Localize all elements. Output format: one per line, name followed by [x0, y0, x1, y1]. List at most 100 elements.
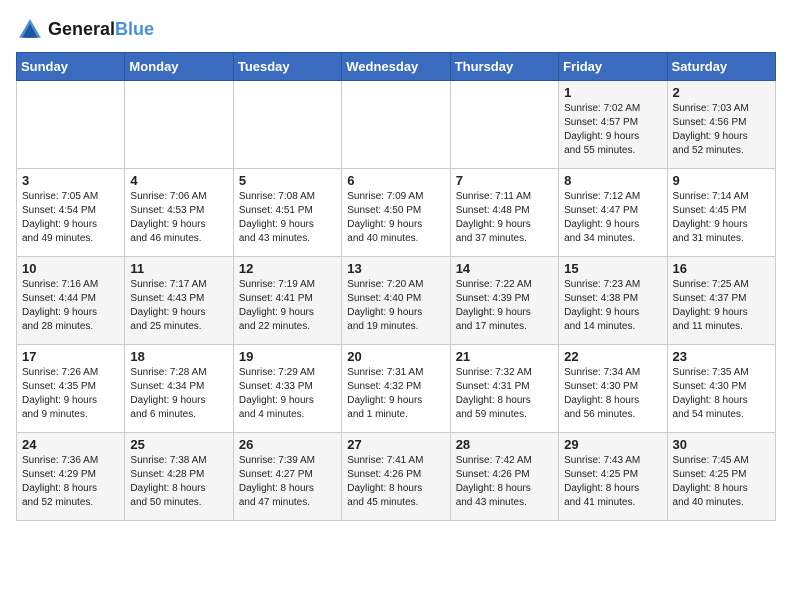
logo-icon [16, 16, 44, 44]
calendar-cell: 5Sunrise: 7:08 AM Sunset: 4:51 PM Daylig… [233, 169, 341, 257]
calendar-cell: 10 Sunrise: 7:16 AM Sunset: 4:44 PM Dayli… [17, 257, 125, 345]
day-number: 16 [673, 261, 770, 276]
day-info: Sunrise: 7:12 AM Sunset: 4:47 PM Dayligh… [564, 190, 661, 246]
day-number: 21 [456, 349, 553, 364]
calendar-cell: 25 Sunrise: 7:38 AM Sunset: 4:28 PM Dayli… [125, 433, 233, 521]
day-number: 8 [564, 173, 661, 188]
day-info: Sunrise: 7:42 AM Sunset: 4:26 PM Dayligh… [456, 454, 553, 510]
calendar-cell: 13Sunrise: 7:20 AM Sunset: 4:40 PM Dayli… [342, 257, 450, 345]
calendar-cell: 27 Sunrise: 7:41 AM Sunset: 4:26 PM Dayli… [342, 433, 450, 521]
calendar-cell: 1 Sunrise: 7:02 AM Sunset: 4:57 PM Daylig… [559, 81, 667, 169]
calendar-cell: 26 Sunrise: 7:39 AM Sunset: 4:27 PM Dayli… [233, 433, 341, 521]
day-info: Sunrise: 7:36 AM Sunset: 4:29 PM Dayligh… [22, 454, 119, 510]
calendar-cell [125, 81, 233, 169]
calendar-cell: 11 Sunrise: 7:17 AM Sunset: 4:43 PM Dayli… [125, 257, 233, 345]
day-number: 10 [22, 261, 119, 276]
weekday-header: Tuesday [233, 53, 341, 81]
day-number: 22 [564, 349, 661, 364]
calendar-cell [17, 81, 125, 169]
calendar-cell: 14 Sunrise: 7:22 AM Sunset: 4:39 PM Dayli… [450, 257, 558, 345]
day-info: Sunrise: 7:16 AM Sunset: 4:44 PM Dayligh… [22, 278, 119, 334]
day-info: Sunrise: 7:35 AM Sunset: 4:30 PM Dayligh… [673, 366, 770, 422]
calendar-cell: 3 Sunrise: 7:05 AM Sunset: 4:54 PM Daylig… [17, 169, 125, 257]
day-info: Sunrise: 7:25 AM Sunset: 4:37 PM Dayligh… [673, 278, 770, 334]
day-number: 24 [22, 437, 119, 452]
calendar-cell: 12 Sunrise: 7:19 AM Sunset: 4:41 PM Dayli… [233, 257, 341, 345]
day-number: 26 [239, 437, 336, 452]
day-info: Sunrise: 7:11 AM Sunset: 4:48 PM Dayligh… [456, 190, 553, 246]
page-header: GeneralBlue [16, 16, 776, 44]
weekday-header: Friday [559, 53, 667, 81]
logo: GeneralBlue [16, 16, 154, 44]
weekday-header: Saturday [667, 53, 775, 81]
day-info: Sunrise: 7:14 AM Sunset: 4:45 PM Dayligh… [673, 190, 770, 246]
weekday-header: Wednesday [342, 53, 450, 81]
calendar-cell: 18 Sunrise: 7:28 AM Sunset: 4:34 PM Dayli… [125, 345, 233, 433]
day-number: 17 [22, 349, 119, 364]
day-number: 3 [22, 173, 119, 188]
day-info: Sunrise: 7:28 AM Sunset: 4:34 PM Dayligh… [130, 366, 227, 422]
day-info: Sunrise: 7:03 AM Sunset: 4:56 PM Dayligh… [673, 102, 770, 158]
day-number: 19 [239, 349, 336, 364]
day-info: Sunrise: 7:23 AM Sunset: 4:38 PM Dayligh… [564, 278, 661, 334]
weekday-header: Sunday [17, 53, 125, 81]
day-info: Sunrise: 7:45 AM Sunset: 4:25 PM Dayligh… [673, 454, 770, 510]
day-number: 6 [347, 173, 444, 188]
calendar-cell [450, 81, 558, 169]
day-info: Sunrise: 7:31 AM Sunset: 4:32 PM Dayligh… [347, 366, 444, 422]
day-info: Sunrise: 7:38 AM Sunset: 4:28 PM Dayligh… [130, 454, 227, 510]
day-number: 2 [673, 85, 770, 100]
calendar-cell: 21 Sunrise: 7:32 AM Sunset: 4:31 PM Dayli… [450, 345, 558, 433]
calendar-cell: 7Sunrise: 7:11 AM Sunset: 4:48 PM Daylig… [450, 169, 558, 257]
calendar-cell: 16 Sunrise: 7:25 AM Sunset: 4:37 PM Dayli… [667, 257, 775, 345]
day-info: Sunrise: 7:39 AM Sunset: 4:27 PM Dayligh… [239, 454, 336, 510]
calendar-cell: 4 Sunrise: 7:06 AM Sunset: 4:53 PM Daylig… [125, 169, 233, 257]
day-number: 4 [130, 173, 227, 188]
day-info: Sunrise: 7:41 AM Sunset: 4:26 PM Dayligh… [347, 454, 444, 510]
day-info: Sunrise: 7:22 AM Sunset: 4:39 PM Dayligh… [456, 278, 553, 334]
day-number: 1 [564, 85, 661, 100]
day-number: 25 [130, 437, 227, 452]
logo-text: GeneralBlue [48, 20, 154, 40]
day-number: 30 [673, 437, 770, 452]
day-info: Sunrise: 7:34 AM Sunset: 4:30 PM Dayligh… [564, 366, 661, 422]
calendar-cell: 29 Sunrise: 7:43 AM Sunset: 4:25 PM Dayli… [559, 433, 667, 521]
day-info: Sunrise: 7:02 AM Sunset: 4:57 PM Dayligh… [564, 102, 661, 158]
day-info: Sunrise: 7:43 AM Sunset: 4:25 PM Dayligh… [564, 454, 661, 510]
day-number: 15 [564, 261, 661, 276]
day-number: 18 [130, 349, 227, 364]
day-number: 14 [456, 261, 553, 276]
day-number: 11 [130, 261, 227, 276]
day-number: 13 [347, 261, 444, 276]
day-info: Sunrise: 7:29 AM Sunset: 4:33 PM Dayligh… [239, 366, 336, 422]
calendar-table: SundayMondayTuesdayWednesdayThursdayFrid… [16, 52, 776, 521]
day-info: Sunrise: 7:19 AM Sunset: 4:41 PM Dayligh… [239, 278, 336, 334]
weekday-header: Thursday [450, 53, 558, 81]
calendar-cell: 20 Sunrise: 7:31 AM Sunset: 4:32 PM Dayli… [342, 345, 450, 433]
calendar-cell: 24 Sunrise: 7:36 AM Sunset: 4:29 PM Dayli… [17, 433, 125, 521]
calendar-cell: 8 Sunrise: 7:12 AM Sunset: 4:47 PM Daylig… [559, 169, 667, 257]
calendar-cell [233, 81, 341, 169]
day-number: 9 [673, 173, 770, 188]
calendar-cell: 30 Sunrise: 7:45 AM Sunset: 4:25 PM Dayli… [667, 433, 775, 521]
calendar-cell: 19 Sunrise: 7:29 AM Sunset: 4:33 PM Dayli… [233, 345, 341, 433]
day-info: Sunrise: 7:17 AM Sunset: 4:43 PM Dayligh… [130, 278, 227, 334]
calendar-cell: 23Sunrise: 7:35 AM Sunset: 4:30 PM Dayli… [667, 345, 775, 433]
day-number: 27 [347, 437, 444, 452]
day-info: Sunrise: 7:32 AM Sunset: 4:31 PM Dayligh… [456, 366, 553, 422]
calendar-cell: 17 Sunrise: 7:26 AM Sunset: 4:35 PM Dayli… [17, 345, 125, 433]
calendar-cell: 9 Sunrise: 7:14 AM Sunset: 4:45 PM Daylig… [667, 169, 775, 257]
day-number: 20 [347, 349, 444, 364]
day-info: Sunrise: 7:06 AM Sunset: 4:53 PM Dayligh… [130, 190, 227, 246]
calendar-cell: 6 Sunrise: 7:09 AM Sunset: 4:50 PM Daylig… [342, 169, 450, 257]
calendar-cell: 28 Sunrise: 7:42 AM Sunset: 4:26 PM Dayli… [450, 433, 558, 521]
calendar-cell: 2 Sunrise: 7:03 AM Sunset: 4:56 PM Daylig… [667, 81, 775, 169]
day-number: 12 [239, 261, 336, 276]
calendar-cell: 22 Sunrise: 7:34 AM Sunset: 4:30 PM Dayli… [559, 345, 667, 433]
weekday-header: Monday [125, 53, 233, 81]
day-info: Sunrise: 7:26 AM Sunset: 4:35 PM Dayligh… [22, 366, 119, 422]
day-number: 28 [456, 437, 553, 452]
day-number: 29 [564, 437, 661, 452]
day-info: Sunrise: 7:05 AM Sunset: 4:54 PM Dayligh… [22, 190, 119, 246]
day-info: Sunrise: 7:09 AM Sunset: 4:50 PM Dayligh… [347, 190, 444, 246]
